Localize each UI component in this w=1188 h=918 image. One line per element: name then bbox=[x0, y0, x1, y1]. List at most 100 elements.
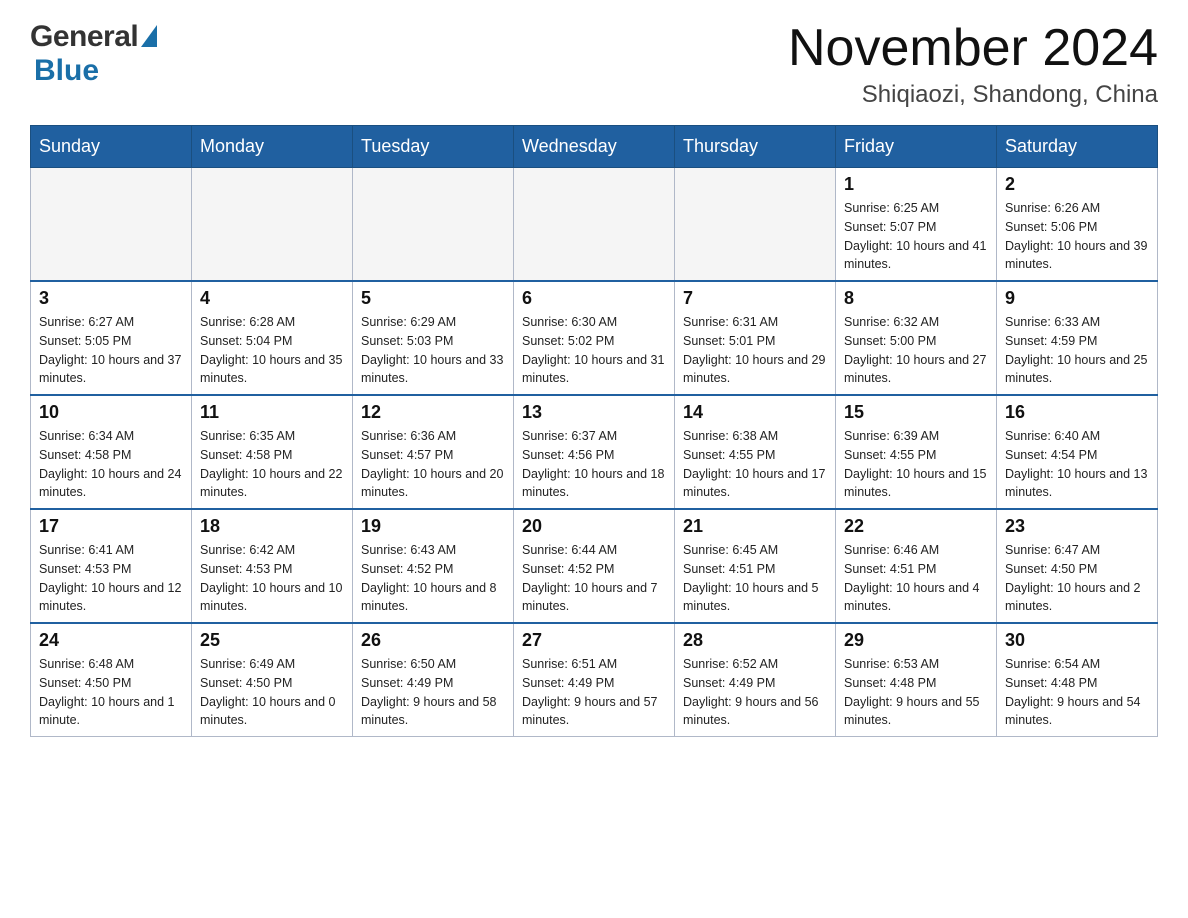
day-info: Sunrise: 6:35 AMSunset: 4:58 PMDaylight:… bbox=[200, 427, 344, 502]
logo-triangle-icon bbox=[141, 25, 157, 47]
day-info: Sunrise: 6:25 AMSunset: 5:07 PMDaylight:… bbox=[844, 199, 988, 274]
day-info: Sunrise: 6:54 AMSunset: 4:48 PMDaylight:… bbox=[1005, 655, 1149, 730]
day-info: Sunrise: 6:52 AMSunset: 4:49 PMDaylight:… bbox=[683, 655, 827, 730]
day-info: Sunrise: 6:31 AMSunset: 5:01 PMDaylight:… bbox=[683, 313, 827, 388]
day-info: Sunrise: 6:33 AMSunset: 4:59 PMDaylight:… bbox=[1005, 313, 1149, 388]
calendar-day-cell: 11 Sunrise: 6:35 AMSunset: 4:58 PMDayligh… bbox=[192, 395, 353, 509]
day-info: Sunrise: 6:50 AMSunset: 4:49 PMDaylight:… bbox=[361, 655, 505, 730]
day-number: 27 bbox=[522, 630, 666, 651]
day-info: Sunrise: 6:30 AMSunset: 5:02 PMDaylight:… bbox=[522, 313, 666, 388]
calendar-header-row: SundayMondayTuesdayWednesdayThursdayFrid… bbox=[31, 126, 1158, 168]
day-number: 9 bbox=[1005, 288, 1149, 309]
day-number: 30 bbox=[1005, 630, 1149, 651]
day-info: Sunrise: 6:38 AMSunset: 4:55 PMDaylight:… bbox=[683, 427, 827, 502]
calendar-day-cell: 14 Sunrise: 6:38 AMSunset: 4:55 PMDayligh… bbox=[675, 395, 836, 509]
day-number: 1 bbox=[844, 174, 988, 195]
calendar-day-cell: 8 Sunrise: 6:32 AMSunset: 5:00 PMDaylight… bbox=[836, 281, 997, 395]
day-number: 17 bbox=[39, 516, 183, 537]
calendar-day-cell bbox=[675, 168, 836, 282]
calendar-day-cell: 26 Sunrise: 6:50 AMSunset: 4:49 PMDayligh… bbox=[353, 623, 514, 737]
calendar-day-cell: 20 Sunrise: 6:44 AMSunset: 4:52 PMDayligh… bbox=[514, 509, 675, 623]
day-number: 4 bbox=[200, 288, 344, 309]
day-info: Sunrise: 6:43 AMSunset: 4:52 PMDaylight:… bbox=[361, 541, 505, 616]
calendar-day-cell bbox=[192, 168, 353, 282]
day-number: 24 bbox=[39, 630, 183, 651]
day-info: Sunrise: 6:49 AMSunset: 4:50 PMDaylight:… bbox=[200, 655, 344, 730]
day-number: 10 bbox=[39, 402, 183, 423]
day-info: Sunrise: 6:44 AMSunset: 4:52 PMDaylight:… bbox=[522, 541, 666, 616]
calendar-day-cell: 3Sunrise: 6:27 AMSunset: 5:05 PMDaylight… bbox=[31, 281, 192, 395]
calendar-table: SundayMondayTuesdayWednesdayThursdayFrid… bbox=[30, 125, 1158, 737]
calendar-day-cell: 24 Sunrise: 6:48 AMSunset: 4:50 PMDayligh… bbox=[31, 623, 192, 737]
calendar-day-cell: 17 Sunrise: 6:41 AMSunset: 4:53 PMDayligh… bbox=[31, 509, 192, 623]
day-info: Sunrise: 6:26 AMSunset: 5:06 PMDaylight:… bbox=[1005, 199, 1149, 274]
day-info: Sunrise: 6:48 AMSunset: 4:50 PMDaylight:… bbox=[39, 655, 183, 730]
day-number: 26 bbox=[361, 630, 505, 651]
calendar-day-cell: 6 Sunrise: 6:30 AMSunset: 5:02 PMDaylight… bbox=[514, 281, 675, 395]
weekday-header-sunday: Sunday bbox=[31, 126, 192, 168]
day-number: 15 bbox=[844, 402, 988, 423]
logo-general-text: General bbox=[30, 20, 138, 54]
day-info: Sunrise: 6:45 AMSunset: 4:51 PMDaylight:… bbox=[683, 541, 827, 616]
day-info: Sunrise: 6:47 AMSunset: 4:50 PMDaylight:… bbox=[1005, 541, 1149, 616]
calendar-week-row: 24 Sunrise: 6:48 AMSunset: 4:50 PMDayligh… bbox=[31, 623, 1158, 737]
day-number: 20 bbox=[522, 516, 666, 537]
day-number: 21 bbox=[683, 516, 827, 537]
day-number: 7 bbox=[683, 288, 827, 309]
day-number: 29 bbox=[844, 630, 988, 651]
day-number: 8 bbox=[844, 288, 988, 309]
calendar-day-cell: 28 Sunrise: 6:52 AMSunset: 4:49 PMDayligh… bbox=[675, 623, 836, 737]
title-area: November 2024 Shiqiaozi, Shandong, China bbox=[788, 20, 1158, 109]
day-info: Sunrise: 6:37 AMSunset: 4:56 PMDaylight:… bbox=[522, 427, 666, 502]
day-info: Sunrise: 6:41 AMSunset: 4:53 PMDaylight:… bbox=[39, 541, 183, 616]
day-info: Sunrise: 6:36 AMSunset: 4:57 PMDaylight:… bbox=[361, 427, 505, 502]
calendar-day-cell: 2 Sunrise: 6:26 AMSunset: 5:06 PMDaylight… bbox=[997, 168, 1158, 282]
calendar-day-cell bbox=[353, 168, 514, 282]
calendar-week-row: 10Sunrise: 6:34 AMSunset: 4:58 PMDayligh… bbox=[31, 395, 1158, 509]
day-info: Sunrise: 6:46 AMSunset: 4:51 PMDaylight:… bbox=[844, 541, 988, 616]
day-info: Sunrise: 6:29 AMSunset: 5:03 PMDaylight:… bbox=[361, 313, 505, 388]
day-number: 25 bbox=[200, 630, 344, 651]
calendar-day-cell bbox=[514, 168, 675, 282]
calendar-day-cell bbox=[31, 168, 192, 282]
calendar-day-cell: 22 Sunrise: 6:46 AMSunset: 4:51 PMDayligh… bbox=[836, 509, 997, 623]
day-info: Sunrise: 6:51 AMSunset: 4:49 PMDaylight:… bbox=[522, 655, 666, 730]
day-number: 11 bbox=[200, 402, 344, 423]
day-number: 28 bbox=[683, 630, 827, 651]
day-number: 14 bbox=[683, 402, 827, 423]
day-number: 23 bbox=[1005, 516, 1149, 537]
calendar-day-cell: 10Sunrise: 6:34 AMSunset: 4:58 PMDayligh… bbox=[31, 395, 192, 509]
calendar-day-cell: 13 Sunrise: 6:37 AMSunset: 4:56 PMDayligh… bbox=[514, 395, 675, 509]
calendar-day-cell: 5 Sunrise: 6:29 AMSunset: 5:03 PMDaylight… bbox=[353, 281, 514, 395]
weekday-header-monday: Monday bbox=[192, 126, 353, 168]
day-number: 19 bbox=[361, 516, 505, 537]
day-number: 13 bbox=[522, 402, 666, 423]
day-number: 22 bbox=[844, 516, 988, 537]
calendar-day-cell: 21 Sunrise: 6:45 AMSunset: 4:51 PMDayligh… bbox=[675, 509, 836, 623]
calendar-day-cell: 7 Sunrise: 6:31 AMSunset: 5:01 PMDaylight… bbox=[675, 281, 836, 395]
calendar-day-cell: 27 Sunrise: 6:51 AMSunset: 4:49 PMDayligh… bbox=[514, 623, 675, 737]
calendar-day-cell: 19 Sunrise: 6:43 AMSunset: 4:52 PMDayligh… bbox=[353, 509, 514, 623]
day-info: Sunrise: 6:40 AMSunset: 4:54 PMDaylight:… bbox=[1005, 427, 1149, 502]
day-info: Sunrise: 6:42 AMSunset: 4:53 PMDaylight:… bbox=[200, 541, 344, 616]
day-number: 12 bbox=[361, 402, 505, 423]
calendar-week-row: 17 Sunrise: 6:41 AMSunset: 4:53 PMDayligh… bbox=[31, 509, 1158, 623]
day-number: 6 bbox=[522, 288, 666, 309]
day-number: 2 bbox=[1005, 174, 1149, 195]
day-info: Sunrise: 6:39 AMSunset: 4:55 PMDaylight:… bbox=[844, 427, 988, 502]
calendar-day-cell: 30 Sunrise: 6:54 AMSunset: 4:48 PMDayligh… bbox=[997, 623, 1158, 737]
day-number: 3 bbox=[39, 288, 183, 309]
calendar-day-cell: 16 Sunrise: 6:40 AMSunset: 4:54 PMDayligh… bbox=[997, 395, 1158, 509]
calendar-day-cell: 9 Sunrise: 6:33 AMSunset: 4:59 PMDaylight… bbox=[997, 281, 1158, 395]
day-info: Sunrise: 6:32 AMSunset: 5:00 PMDaylight:… bbox=[844, 313, 988, 388]
calendar-week-row: 3Sunrise: 6:27 AMSunset: 5:05 PMDaylight… bbox=[31, 281, 1158, 395]
calendar-day-cell: 12 Sunrise: 6:36 AMSunset: 4:57 PMDayligh… bbox=[353, 395, 514, 509]
weekday-header-saturday: Saturday bbox=[997, 126, 1158, 168]
location-subtitle: Shiqiaozi, Shandong, China bbox=[788, 81, 1158, 109]
calendar-day-cell: 1 Sunrise: 6:25 AMSunset: 5:07 PMDaylight… bbox=[836, 168, 997, 282]
page-header: General Blue November 2024 Shiqiaozi, Sh… bbox=[30, 20, 1158, 109]
calendar-day-cell: 18Sunrise: 6:42 AMSunset: 4:53 PMDayligh… bbox=[192, 509, 353, 623]
day-number: 16 bbox=[1005, 402, 1149, 423]
weekday-header-tuesday: Tuesday bbox=[353, 126, 514, 168]
day-number: 5 bbox=[361, 288, 505, 309]
